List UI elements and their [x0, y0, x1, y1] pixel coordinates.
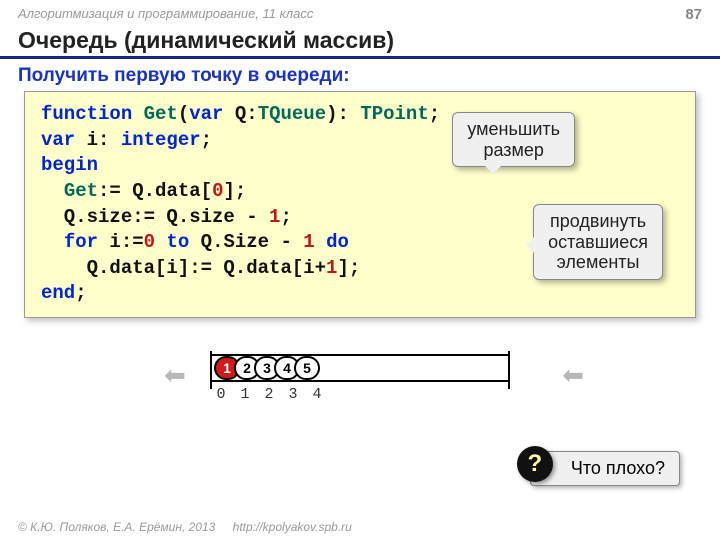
callout-shift-elements: продвинуть оставшиеся элементы	[533, 204, 663, 280]
slide-footer: © К.Ю. Поляков, Е.А. Ерёмин, 2013 http:/…	[18, 520, 352, 534]
queue-diagram: ⬅ 1 2 3 4 5 0 1 2 3 4 ⬅	[150, 344, 570, 424]
question-text: Что плохо?	[571, 458, 665, 478]
queue-cell: 5	[294, 356, 320, 380]
footer-url: http://kpolyakov.spb.ru	[233, 520, 352, 534]
page-number: 87	[685, 6, 702, 23]
arrow-right-icon: ⬅	[562, 360, 584, 391]
callout-reduce-size: уменьшить размер	[452, 112, 575, 167]
slide-title: Очередь (динамический массив)	[0, 25, 720, 59]
slide-header: Алгоритмизация и программирование, 11 кл…	[0, 0, 720, 25]
queue-indices: 0 1 2 3 4	[214, 386, 324, 403]
question-callout: ? Что плохо?	[530, 451, 680, 486]
course-label: Алгоритмизация и программирование, 11 кл…	[18, 6, 313, 23]
slide-subtitle: Получить первую точку в очереди:	[0, 59, 720, 91]
code-block: function Get(var Q:TQueue): TPoint; var …	[24, 91, 696, 318]
arrow-left-icon: ⬅	[164, 360, 186, 391]
question-mark-icon: ?	[517, 446, 553, 482]
queue-cells: 1 2 3 4 5	[214, 356, 320, 380]
copyright: © К.Ю. Поляков, Е.А. Ерёмин, 2013	[18, 520, 215, 534]
